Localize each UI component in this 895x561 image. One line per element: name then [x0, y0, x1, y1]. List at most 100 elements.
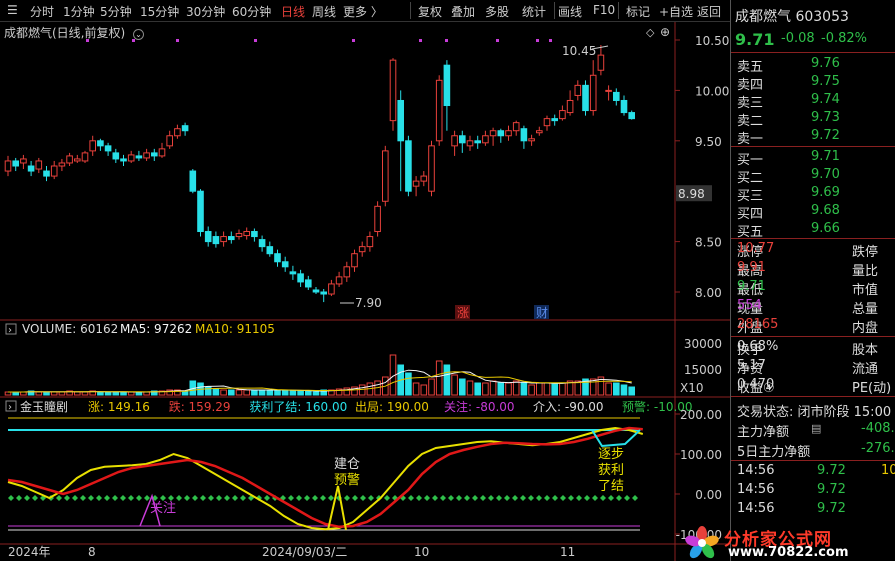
toolbar-item-4[interactable]: 30分钟 [186, 3, 225, 20]
volume-bar [405, 372, 412, 396]
panel-divider [731, 238, 895, 239]
volume-bar [204, 386, 212, 396]
warning-dot [344, 495, 350, 501]
toolbar-item-3[interactable]: 15分钟 [140, 3, 179, 20]
candle-body [174, 128, 181, 137]
toolbar-item-12[interactable]: 统计 [522, 3, 546, 20]
candle-body [50, 165, 58, 177]
warning-dot [544, 495, 550, 501]
warning-dot [528, 495, 534, 501]
warning-dot [608, 495, 614, 501]
signal-dot [352, 39, 355, 42]
warning-dot [360, 495, 366, 501]
candle-body [151, 152, 158, 157]
annotation-guanzhu: 关注 [150, 501, 176, 516]
volume-bars-group [4, 354, 636, 396]
warning-dot [424, 495, 430, 501]
toolbar-item-11[interactable]: 多股 [485, 3, 509, 20]
candle-body [335, 276, 343, 285]
toolbar-item-16[interactable]: +自选 [659, 3, 693, 20]
price-change: -0.08 [781, 31, 815, 46]
volume-bar [81, 391, 89, 396]
marker-zhang: 涨 [457, 305, 469, 320]
signal-dot [496, 39, 499, 42]
toolbar-item-17[interactable]: 返回 [697, 3, 721, 20]
volume-bar [228, 389, 235, 396]
bid-price-1: 9.71 [811, 149, 840, 164]
chart-canvas[interactable]: 10.50 10.00 9.50 8.50 8.00 8.98 10.45 7.90 涨 财 ◇ ⊕ ›… [0, 22, 730, 561]
candle-body [258, 239, 266, 248]
flow5-value: -276. [861, 441, 895, 456]
date-axis-label: 11 [560, 545, 575, 559]
signal-dot [254, 39, 257, 42]
toolbar-item-5[interactable]: 60分钟 [232, 3, 271, 20]
toolbar-item-0[interactable]: 分时 [30, 3, 54, 20]
ask-label-5: 卖五 [737, 60, 764, 75]
warning-dot [416, 495, 422, 501]
candle-body [435, 79, 443, 142]
warning-dot [120, 495, 126, 501]
candle-body [412, 180, 420, 187]
toolbar-item-15[interactable]: 标记 [626, 3, 650, 20]
candle-body [459, 135, 466, 144]
toolbar-item-2[interactable]: 5分钟 [100, 3, 132, 20]
toolbar-item-14[interactable]: F10 [593, 3, 615, 17]
main-flow-label: 主力净额 [737, 425, 790, 440]
toolbar-item-1[interactable]: 1分钟 [63, 3, 95, 20]
stat-label-2: 量比 [852, 264, 879, 279]
menu-icon[interactable]: ☰ [7, 3, 18, 17]
toolbar-item-7[interactable]: 周线 [312, 3, 336, 20]
bid-price-3: 9.69 [811, 185, 840, 200]
warning-dot [560, 495, 566, 501]
bid-label-1: 买一 [737, 153, 764, 168]
volume-bar [505, 382, 512, 396]
candle-body [20, 158, 27, 164]
candle-body [127, 154, 135, 162]
toolbar-item-6[interactable]: 日线 [281, 3, 305, 20]
diamond-icon: ◇ [646, 26, 655, 39]
candle-body [143, 152, 150, 159]
candle-body [204, 231, 212, 243]
toolbar-item-13[interactable]: 画线 [558, 3, 582, 20]
volume-bar [289, 390, 297, 396]
candle-body [497, 130, 505, 137]
warning-dot [24, 495, 30, 501]
volume-tick-label: 30000 [684, 337, 722, 351]
volume-bar [274, 389, 281, 396]
candle-body [281, 261, 289, 268]
candle-body [243, 231, 250, 237]
candle-body [512, 122, 520, 132]
ask-label-4: 卖四 [737, 78, 764, 93]
stat2-label-2: 流通 [852, 362, 879, 377]
warning-dot [432, 495, 438, 501]
ask-price-1: 9.72 [811, 128, 840, 143]
candle-body [35, 160, 43, 170]
tick-time: 14:56 [737, 463, 775, 478]
warning-dot [88, 495, 94, 501]
signal-dot [549, 39, 552, 42]
toolbar-item-9[interactable]: 复权 [418, 3, 442, 20]
chart-title: 成都燃气(日线,前复权) ⌄ [4, 24, 145, 41]
candle-body [366, 236, 374, 248]
candle-body [628, 112, 636, 120]
candle-body [197, 190, 204, 233]
panel-divider [731, 396, 895, 397]
dropdown-icon[interactable]: ⌄ [133, 29, 145, 40]
annotation-yujing: 预警 [334, 472, 360, 488]
trade-status: 交易状态: 闭市阶段 15:00 [737, 405, 892, 420]
volume-bar [620, 384, 628, 396]
toolbar-item-10[interactable]: 叠加 [451, 3, 475, 20]
toolbar-item-8[interactable]: 更多 〉 [343, 3, 383, 20]
volume-bar [112, 391, 120, 396]
volume-bar [35, 391, 43, 396]
info-icon[interactable]: ▤ [811, 422, 821, 435]
warning-dot [176, 495, 182, 501]
volume-bar [543, 382, 551, 396]
volume-bar [420, 384, 428, 396]
price-tick-label: 9.50 [695, 135, 722, 149]
ask-price-4: 9.75 [811, 74, 840, 89]
candle-body [166, 135, 173, 147]
candle-body [212, 236, 220, 245]
warning-dot [96, 495, 102, 501]
signal-dot [536, 39, 539, 42]
